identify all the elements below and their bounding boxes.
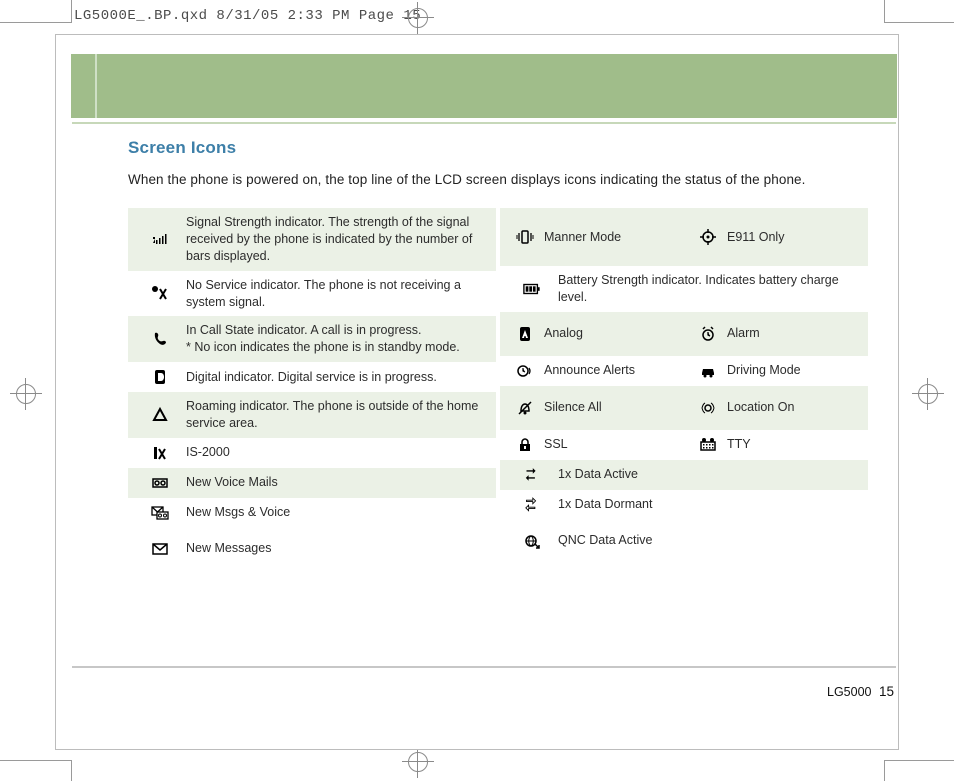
is2000-1x-icon xyxy=(134,444,186,462)
crop-tick xyxy=(0,22,72,23)
icon-label: 1x Data Dormant xyxy=(558,496,868,513)
crop-tick xyxy=(884,760,954,761)
icon-label: Alarm xyxy=(727,325,868,342)
no-service-icon xyxy=(134,285,186,303)
manner-vibrate-icon xyxy=(506,228,544,246)
table-row: Roaming indicator. The phone is outside … xyxy=(128,392,496,438)
icon-desc: In Call State indicator. A call is in pr… xyxy=(186,322,496,356)
signal-bars-icon xyxy=(134,230,186,248)
table-row: Analog Alarm xyxy=(500,312,868,356)
section-heading: Screen Icons xyxy=(128,138,236,158)
table-row: QNC Data Active xyxy=(500,526,868,556)
icon-label: Location On xyxy=(727,399,868,416)
location-on-icon xyxy=(689,399,727,417)
icon-label: E911 Only xyxy=(727,229,868,246)
icon-label: Manner Mode xyxy=(544,229,685,246)
new-messages-envelope-icon xyxy=(134,540,186,558)
roaming-triangle-icon xyxy=(134,406,186,424)
table-row: 1x Data Active xyxy=(500,460,868,490)
icon-label: 1x Data Active xyxy=(558,466,868,483)
analog-a-icon xyxy=(506,325,544,343)
crop-tick xyxy=(884,760,885,781)
table-row: No Service indicator. The phone is not r… xyxy=(128,271,496,317)
footer-rule xyxy=(72,666,896,668)
table-row: Digital indicator. Digital service is in… xyxy=(128,362,496,392)
registration-mark-icon xyxy=(12,380,40,408)
table-row: Silence All Location On xyxy=(500,386,868,430)
crop-tick xyxy=(71,760,72,781)
data-dormant-arrows-icon xyxy=(506,496,558,514)
icon-table-col-left: Signal Strength indicator. The strength … xyxy=(128,208,496,564)
crop-tick xyxy=(884,0,885,22)
icon-label: Announce Alerts xyxy=(544,362,685,379)
icon-desc: Roaming indicator. The phone is outside … xyxy=(186,398,496,432)
icon-table-col-right: Manner Mode E911 Only Battery Strength i… xyxy=(500,208,868,564)
table-row: Signal Strength indicator. The strength … xyxy=(128,208,496,271)
icon-desc: Digital indicator. Digital service is in… xyxy=(186,369,496,386)
icon-desc: New Messages xyxy=(186,540,496,557)
icon-label: TTY xyxy=(727,436,868,453)
registration-mark-icon xyxy=(914,380,942,408)
digital-d-icon xyxy=(134,368,186,386)
table-row: New Voice Mails xyxy=(128,468,496,498)
registration-mark-icon xyxy=(404,4,432,32)
e911-crosshair-icon xyxy=(689,228,727,246)
announce-speaker-icon xyxy=(506,362,544,380)
crop-tick xyxy=(884,22,954,23)
table-row: Manner Mode E911 Only xyxy=(500,208,868,266)
icon-desc: Battery Strength indicator. Indicates ba… xyxy=(558,272,868,306)
icon-desc: Signal Strength indicator. The strength … xyxy=(186,214,496,265)
footer: LG5000 15 xyxy=(827,684,894,699)
header-band xyxy=(71,54,897,118)
driving-car-icon xyxy=(689,362,727,380)
table-row: IS-2000 xyxy=(128,438,496,468)
header-rule xyxy=(72,122,896,124)
table-row: Announce Alerts Driving Mode xyxy=(500,356,868,386)
icon-label: Driving Mode xyxy=(727,362,868,379)
table-row: Battery Strength indicator. Indicates ba… xyxy=(500,266,868,312)
msgs-and-voice-icon xyxy=(134,504,186,522)
icon-label: Analog xyxy=(544,325,685,342)
icon-desc: New Msgs & Voice xyxy=(186,504,496,521)
ssl-lock-icon xyxy=(506,436,544,454)
print-meta-line: LG5000E_.BP.qxd 8/31/05 2:33 PM Page 15 xyxy=(74,8,421,24)
footer-model: LG5000 xyxy=(827,685,871,699)
qnc-data-globe-icon xyxy=(506,532,558,550)
voicemail-tape-icon xyxy=(134,474,186,492)
icon-table: Signal Strength indicator. The strength … xyxy=(128,208,868,564)
table-row: SSL TTY xyxy=(500,430,868,460)
icon-desc: New Voice Mails xyxy=(186,474,496,491)
table-row: New Msgs & Voice xyxy=(128,498,496,528)
table-row: New Messages xyxy=(128,534,496,564)
alarm-clock-icon xyxy=(689,325,727,343)
tty-icon xyxy=(689,436,727,454)
data-active-arrows-icon xyxy=(506,466,558,484)
header-band-divider xyxy=(95,54,97,118)
icon-label: QNC Data Active xyxy=(558,532,868,549)
silence-bell-slash-icon xyxy=(506,399,544,417)
table-row: In Call State indicator. A call is in pr… xyxy=(128,316,496,362)
registration-mark-icon xyxy=(404,748,432,776)
in-call-icon xyxy=(134,330,186,348)
battery-icon xyxy=(506,280,558,298)
crop-tick xyxy=(71,0,72,22)
crop-tick xyxy=(0,760,72,761)
icon-desc: IS-2000 xyxy=(186,444,496,461)
table-row: 1x Data Dormant xyxy=(500,490,868,520)
icon-label: SSL xyxy=(544,436,685,453)
footer-page-number: 15 xyxy=(879,684,894,699)
section-intro: When the phone is powered on, the top li… xyxy=(128,172,868,187)
icon-label: Silence All xyxy=(544,399,685,416)
icon-desc: No Service indicator. The phone is not r… xyxy=(186,277,496,311)
